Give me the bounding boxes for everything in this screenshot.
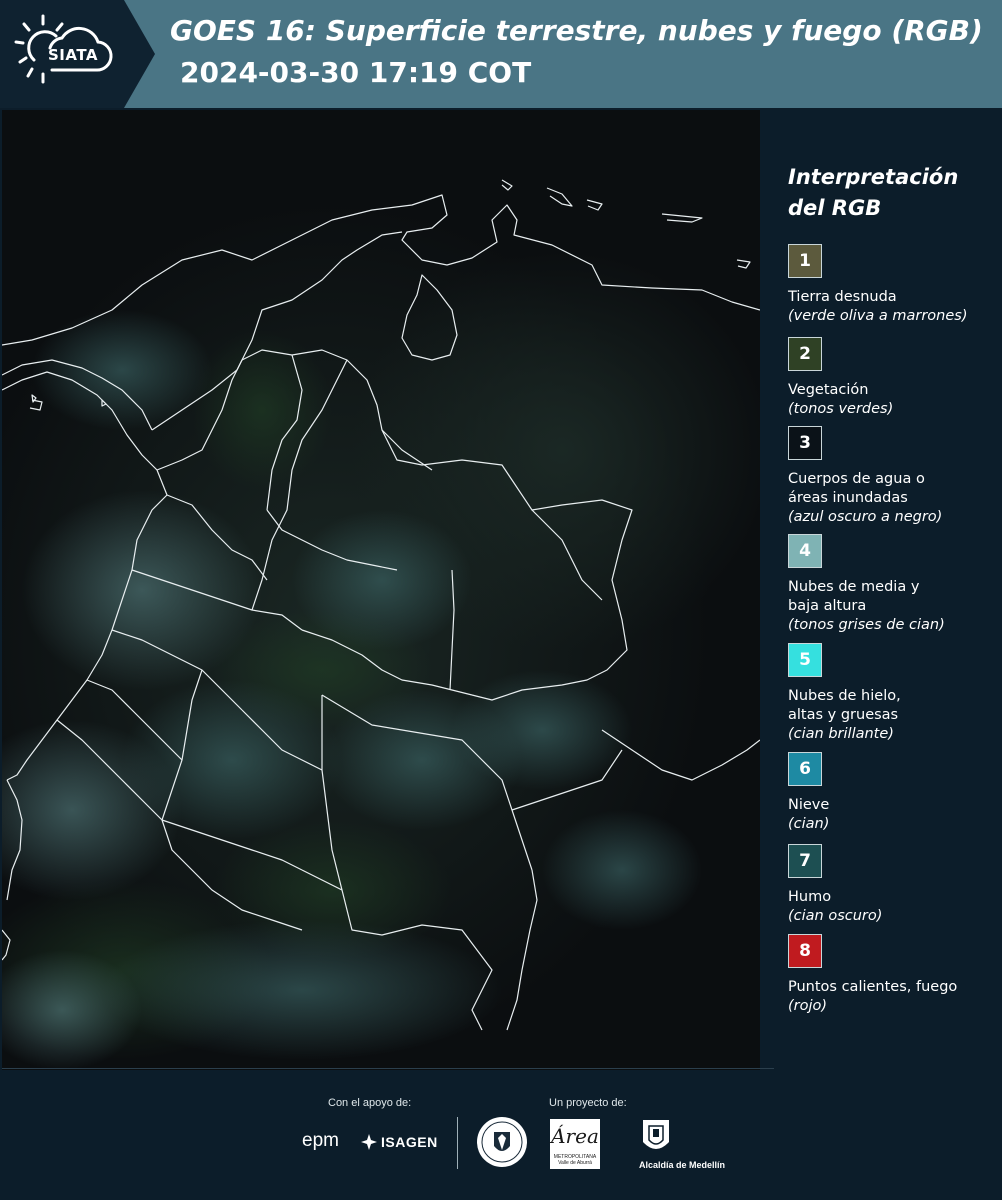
- legend-label: Humo: [788, 888, 1000, 907]
- footer-divider: [2, 1068, 774, 1069]
- legend-note: (cian oscuro): [788, 908, 883, 924]
- legend-label: Puntos calientes, fuego: [788, 978, 1000, 997]
- legend-note: (cian): [788, 816, 830, 832]
- legend-item-5: 5 Nubes de hielo, altas y gruesas (cian bri…: [788, 643, 1000, 744]
- legend-item-3: 3 Cuerpos de agua o áreas inundadas (azul o…: [788, 426, 1000, 527]
- legend-swatch: 8: [788, 934, 822, 968]
- legend-label-line1: Humo: [788, 889, 832, 905]
- legend-label: Tierra desnuda: [788, 288, 1000, 307]
- colombia-rgb-map: [2, 110, 760, 1070]
- legend-item-6: 6 Nieve (cian): [788, 752, 1000, 834]
- legend-swatch: 3: [788, 426, 822, 460]
- legend-swatch: 7: [788, 844, 822, 878]
- legend-swatch: 1: [788, 244, 822, 278]
- legend-label-line1: Nubes de media y: [788, 579, 920, 595]
- legend-label-line2: áreas inundadas: [788, 490, 908, 506]
- legend-label-line1: Nieve: [788, 797, 830, 813]
- legend-title-line2: del RGB: [788, 196, 882, 220]
- legend-item-4: 4 Nubes de media y baja altura (tonos grise…: [788, 534, 1000, 635]
- siata-logo-text: SIATA: [48, 46, 99, 64]
- legend-label: Nubes de hielo, altas y gruesas: [788, 687, 1000, 725]
- legend-label-line1: Cuerpos de agua o: [788, 471, 925, 487]
- legend-label: Nieve: [788, 796, 1000, 815]
- legend-label-line2: altas y gruesas: [788, 707, 899, 723]
- legend-swatch: 6: [788, 752, 822, 786]
- legend-item-7: 7 Humo (cian oscuro): [788, 844, 1000, 926]
- legend-label-line1: Nubes de hielo,: [788, 688, 901, 704]
- isagen-logo: ISAGEN: [381, 1134, 438, 1150]
- header-bar: SIATA GOES 16: Superficie terrestre, nub…: [0, 0, 1002, 108]
- legend-note: (cian brillante): [788, 726, 894, 742]
- legend-title-line1: Interpretación: [788, 165, 959, 189]
- alcaldia-medellin-logo: Alcaldía de Medellín: [639, 1160, 726, 1170]
- legend-panel: Interpretación del RGB: [788, 162, 998, 224]
- legend-note: (rojo): [788, 998, 828, 1014]
- legend-label-line1: Puntos calientes, fuego: [788, 979, 958, 995]
- legend-swatch: 4: [788, 534, 822, 568]
- legend-note: (tonos grises de cian): [788, 617, 945, 633]
- legend-note: (azul oscuro a negro): [788, 509, 943, 525]
- epm-logo: epm: [302, 1130, 339, 1151]
- legend-item-1: 1 Tierra desnuda (verde oliva a marrones): [788, 244, 1000, 326]
- project-label: Un proyecto de:: [549, 1097, 627, 1109]
- siata-logo: SIATA: [0, 0, 155, 108]
- legend-label: Vegetación: [788, 381, 1000, 400]
- legend-swatch: 5: [788, 643, 822, 677]
- page-title: GOES 16: Superficie terrestre, nubes y f…: [170, 14, 983, 47]
- page-timestamp: 2024-03-30 17:19 COT: [180, 56, 532, 89]
- legend-label-line2: baja altura: [788, 598, 867, 614]
- legend-note: (tonos verdes): [788, 401, 894, 417]
- legend-item-8: 8 Puntos calientes, fuego (rojo): [788, 934, 1000, 1016]
- satellite-map[interactable]: [2, 110, 760, 1070]
- legend-swatch: 2: [788, 337, 822, 371]
- legend-label-line1: Tierra desnuda: [788, 289, 897, 305]
- support-label: Con el apoyo de:: [328, 1097, 412, 1109]
- legend-label-line1: Vegetación: [788, 382, 869, 398]
- medellin-shield-icon: [643, 1120, 669, 1149]
- legend-label: Nubes de media y baja altura: [788, 578, 1000, 616]
- footer-vertical-divider: [457, 1117, 458, 1169]
- legend-note: (verde oliva a marrones): [788, 308, 968, 324]
- isagen-icon: [361, 1134, 377, 1150]
- area-logo-small: METROPOLITANA Valle de Aburrá: [553, 1154, 597, 1166]
- university-seal-icon: [477, 1117, 527, 1167]
- legend-title: Interpretación del RGB: [788, 162, 998, 224]
- legend-label: Cuerpos de agua o áreas inundadas: [788, 470, 1000, 508]
- area-logo-text: Área: [551, 1124, 599, 1148]
- area-metropolitana-logo: Área METROPOLITANA Valle de Aburrá: [550, 1119, 600, 1169]
- legend-item-2: 2 Vegetación (tonos verdes): [788, 337, 1000, 419]
